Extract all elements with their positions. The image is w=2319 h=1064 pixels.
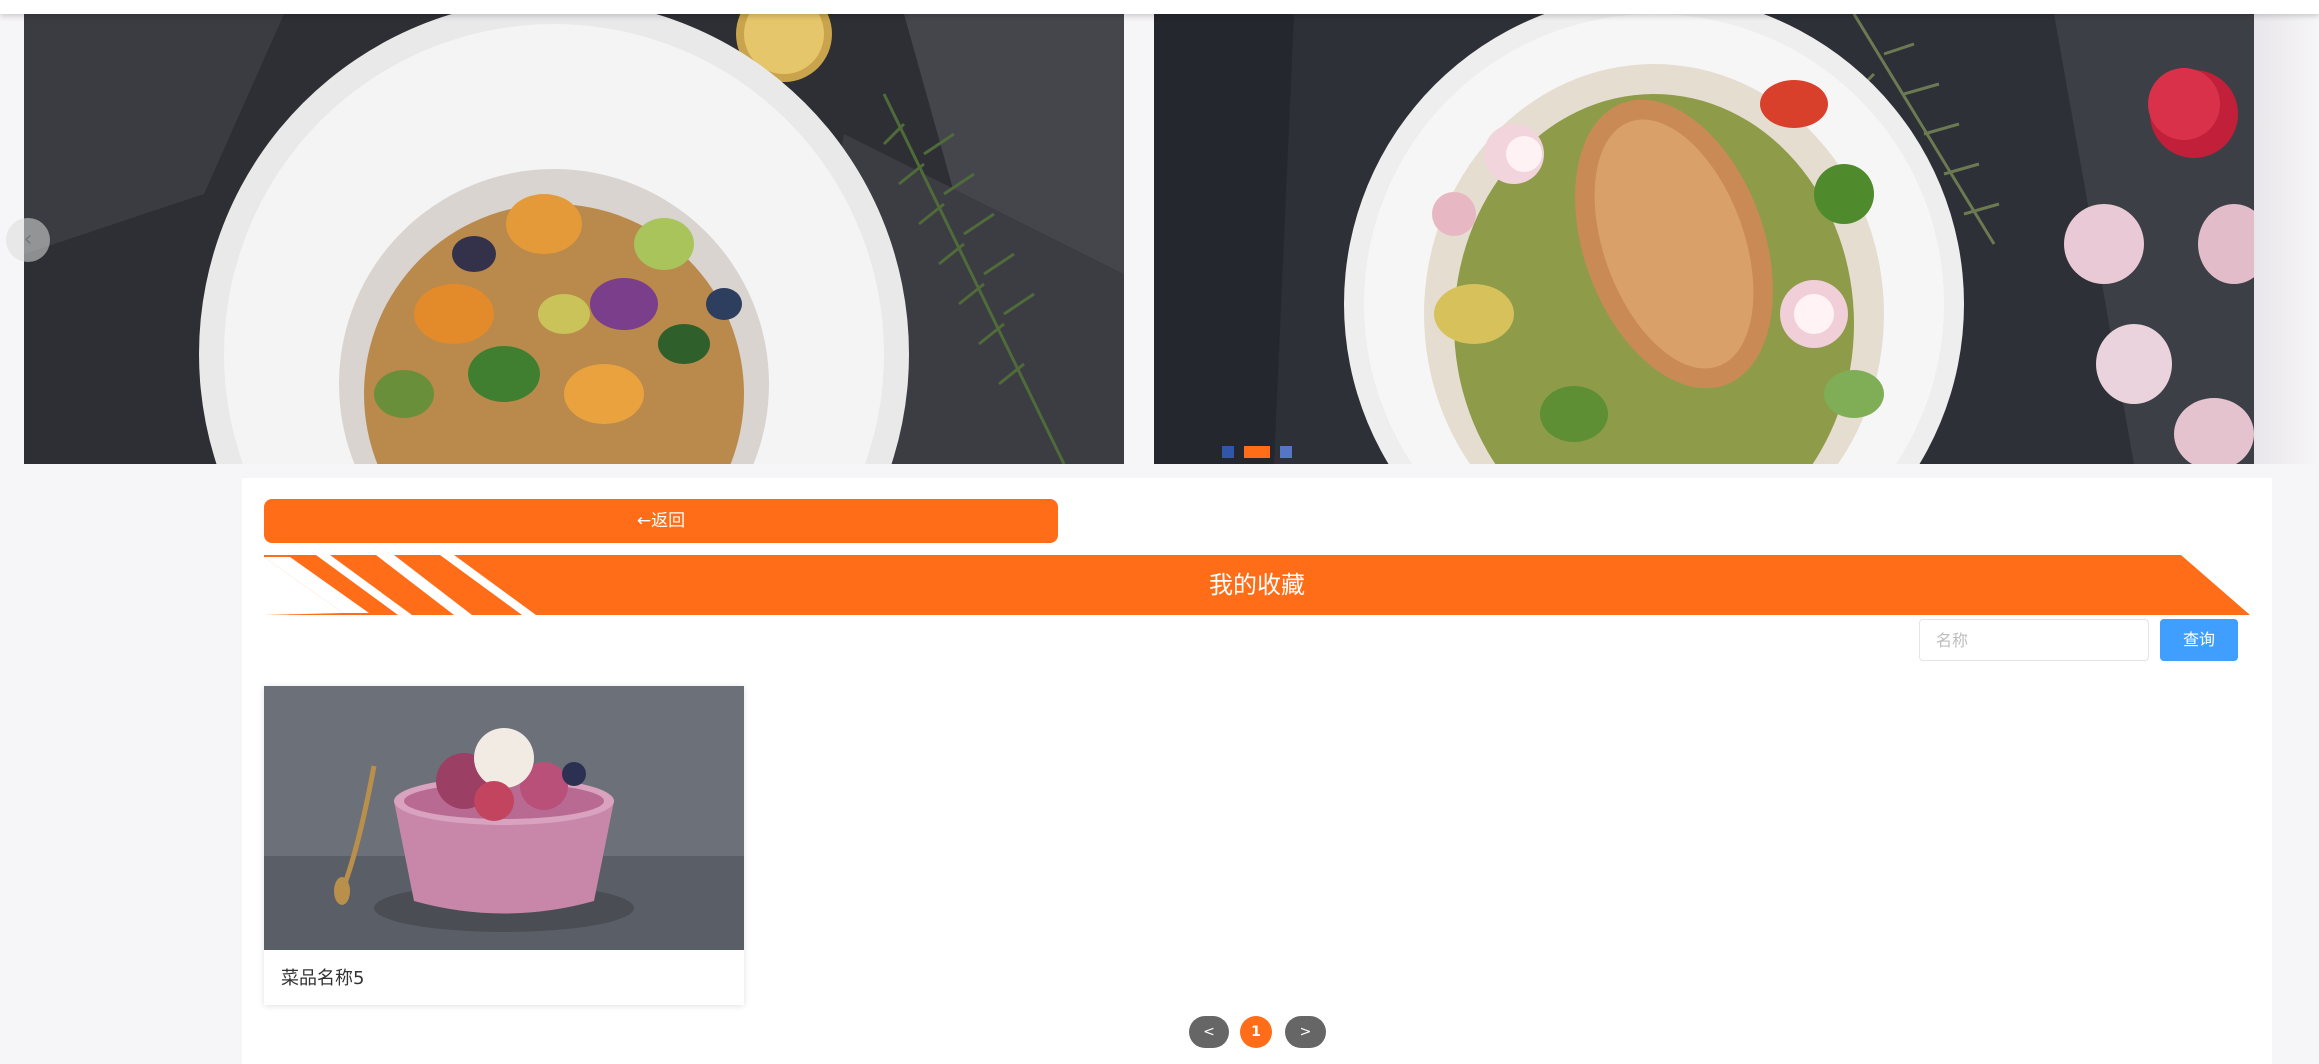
banner-edge-fade xyxy=(2254,14,2319,464)
search-button[interactable]: 查询 xyxy=(2160,619,2238,661)
carousel-prev-icon[interactable]: ‹ xyxy=(6,218,50,262)
vegetable-bowl-photo xyxy=(24,14,1124,464)
berry-bowl-photo xyxy=(264,686,744,950)
top-header-bar xyxy=(0,0,2319,14)
chicken-salad-photo xyxy=(1154,14,2254,464)
banner-slide-chicken-salad[interactable] xyxy=(1154,14,2254,464)
banner-carousel: ‹ xyxy=(0,14,2319,464)
banner-slide-vegetable-bowl[interactable] xyxy=(24,14,1124,464)
carousel-dot-3[interactable] xyxy=(1280,446,1292,458)
pagination-page-1[interactable]: 1 xyxy=(1240,1016,1272,1048)
favorite-card-image xyxy=(264,686,744,950)
carousel-dot-2-active[interactable] xyxy=(1244,446,1270,458)
pagination-prev-button[interactable]: < xyxy=(1189,1016,1229,1048)
page-title: 我的收藏 xyxy=(1209,571,1305,599)
carousel-dot-1[interactable] xyxy=(1222,446,1234,458)
pagination-next-button[interactable]: > xyxy=(1285,1016,1326,1048)
favorite-card[interactable]: 菜品名称5 xyxy=(264,686,744,1005)
favorite-card-name: 菜品名称5 xyxy=(281,968,365,989)
back-button[interactable]: ←返回 xyxy=(264,499,1058,543)
search-name-input[interactable] xyxy=(1919,619,2149,661)
